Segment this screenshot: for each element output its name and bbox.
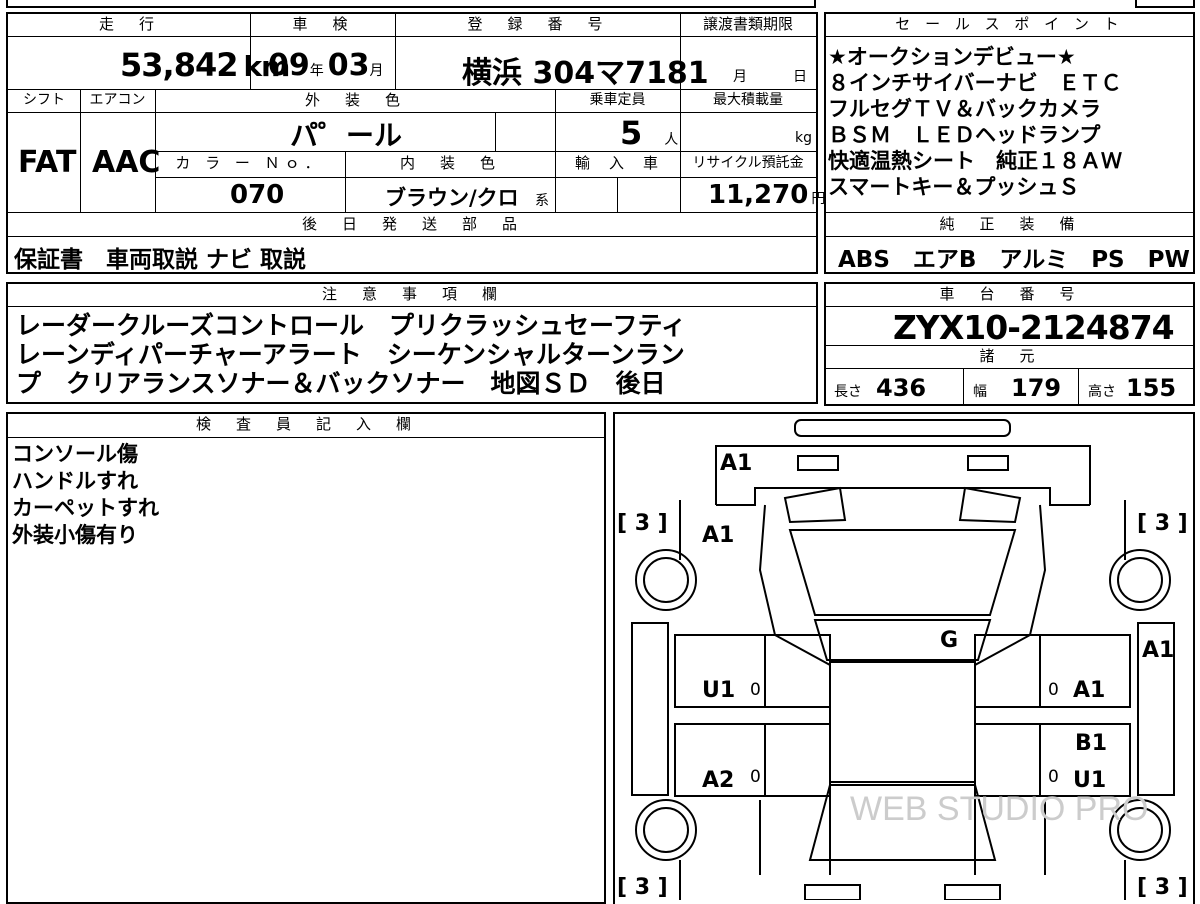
mark-right-rear-door-1: B1 <box>1075 731 1108 756</box>
exterior-color-label: 外 装 色 <box>304 91 405 109</box>
sales-point-6: スマートキー＆プッシュＳ <box>828 175 1080 199</box>
mileage-label: 走 行 <box>98 15 159 33</box>
interior-color-value: ブラウン/クロ <box>385 186 519 210</box>
color-no-label: カ ラ ー Ｎｏ． <box>175 154 325 172</box>
later-parts-label: 後 日 発 送 部 品 <box>301 215 522 233</box>
interior-color-suffix: 系 <box>535 193 549 209</box>
seating-value: 5人 <box>620 114 679 152</box>
mark-right-front-door: A1 <box>1073 678 1106 703</box>
transfer-month-unit: 月 <box>733 69 747 85</box>
mark-front-bumper: A1 <box>720 451 753 476</box>
sales-point-4: ＢＳＭ ＬＥＤヘッドランプ <box>828 123 1101 147</box>
sales-point-5: 快適温熱シート 純正１８ＡＷ <box>828 149 1122 173</box>
sales-point-3: フルセグＴＶ＆バックカメラ <box>828 97 1101 121</box>
sales-points-label: セ ー ル ス ポ イ ン ト <box>895 15 1124 33</box>
notes-label: 注 意 事 項 欄 <box>321 285 502 303</box>
watermark: WEB STUDIO PRO <box>850 790 1148 828</box>
notes-line-3: プ クリアランスソナー＆バックソナー 地図ＳＤ 後日 <box>16 369 666 398</box>
mark-hood: A1 <box>702 523 735 548</box>
max-load-unit: kg <box>795 130 812 146</box>
shift-value: FAT <box>18 145 77 180</box>
chassis-label: 車 台 番 号 <box>939 285 1080 303</box>
mark-windshield: G <box>940 628 959 653</box>
transfer-deadline-label: 譲渡書類期限 <box>702 15 793 33</box>
import-label: 輸 入 車 <box>574 154 660 172</box>
sales-point-1: ★オークションデビュー★ <box>828 45 1076 69</box>
tire-bracket-front-left: [ 3 ] <box>617 511 668 536</box>
top-strip <box>6 0 816 8</box>
spec-height: 高さ 155 <box>1088 374 1177 402</box>
mileage-value: 53,842 km <box>120 46 290 84</box>
inspector-label: 検 査 員 記 入 欄 <box>195 415 416 433</box>
spec-width: 幅 179 <box>973 374 1062 402</box>
top-strip-right <box>1135 0 1195 8</box>
shaken-value: 09年 03月 <box>268 48 384 83</box>
inspector-line-4: 外装小傷有り <box>12 523 138 547</box>
spec-length: 長さ 436 <box>834 374 927 402</box>
recycle-value: 11,270 円 <box>708 180 826 210</box>
aircon-value: AAC <box>92 145 161 180</box>
zero-mark-2: 0 <box>750 767 761 787</box>
tire-bracket-rear-right: [ 3 ] <box>1137 875 1188 900</box>
max-load-label: 最大積載量 <box>713 92 783 108</box>
zero-mark-4: 0 <box>1048 767 1059 787</box>
notes-line-2: レーンディパーチャーアラート シーケンシャルターンラン <box>16 340 685 369</box>
shift-label: シフト <box>23 92 65 108</box>
aircon-label: エアコン <box>89 92 146 108</box>
registration-plate: 横浜 304マ7181 <box>462 56 709 91</box>
seating-label: 乗車定員 <box>589 92 646 108</box>
transfer-day-unit: 日 <box>793 69 807 85</box>
color-no-value: 070 <box>230 180 285 210</box>
notes-line-1: レーダークルーズコントロール プリクラッシュセーフティ <box>16 311 687 340</box>
inspector-line-3: カーペットすれ <box>12 496 159 520</box>
shaken-label: 車 検 <box>292 15 353 33</box>
genuine-equipment-value: ABS エアB アルミ PS PW <box>838 247 1190 273</box>
tire-bracket-front-right: [ 3 ] <box>1137 511 1188 536</box>
mark-left-front-door: U1 <box>702 678 736 703</box>
interior-color-label: 内 装 色 <box>399 154 500 172</box>
mark-left-rear-door: A2 <box>702 768 735 793</box>
chassis-number: ZYX10-2124874 <box>893 308 1175 347</box>
later-parts-value: 保証書 車両取説 ナビ 取説 <box>14 247 307 273</box>
inspector-line-2: ハンドルすれ <box>12 469 138 493</box>
specs-label: 諸 元 <box>979 347 1040 365</box>
recycle-label: リサイクル預託金 <box>692 155 804 171</box>
mark-right-rear-door-2: U1 <box>1073 768 1107 793</box>
registration-label: 登 録 番 号 <box>467 15 608 33</box>
sales-point-2: ８インチサイバーナビ ＥＴＣ <box>828 71 1122 95</box>
zero-mark-1: 0 <box>750 680 761 700</box>
mark-right-front-fender: A1 <box>1142 638 1175 663</box>
tire-bracket-rear-left: [ 3 ] <box>617 875 668 900</box>
zero-mark-3: 0 <box>1048 680 1059 700</box>
genuine-equipment-label: 純 正 装 備 <box>939 215 1080 233</box>
exterior-color-value: パ゜ール <box>290 119 403 152</box>
inspector-line-1: コンソール傷 <box>12 442 138 466</box>
car-diagram: WEB STUDIO PRO <box>631 419 1175 900</box>
